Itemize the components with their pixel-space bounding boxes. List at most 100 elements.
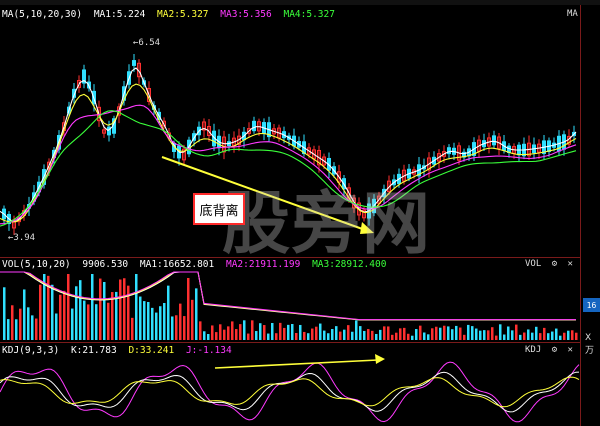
volume-bar bbox=[427, 334, 430, 340]
volume-bar bbox=[31, 315, 34, 340]
volume-bar bbox=[263, 325, 266, 340]
volume-bar bbox=[199, 321, 202, 340]
volume-bar bbox=[575, 332, 578, 340]
volume-bar bbox=[459, 327, 462, 340]
volume-bar bbox=[203, 331, 206, 340]
volume-bar bbox=[375, 333, 378, 340]
volume-bar bbox=[555, 328, 558, 340]
volume-bar bbox=[499, 324, 502, 340]
volume-bar bbox=[411, 335, 414, 340]
volume-bar bbox=[303, 331, 306, 340]
volume-bar bbox=[159, 306, 162, 340]
volume-bar bbox=[91, 274, 94, 340]
volume-bar bbox=[123, 278, 126, 340]
volume-bar bbox=[267, 333, 270, 340]
volume-bar bbox=[491, 327, 494, 340]
price-candle bbox=[447, 147, 451, 155]
volume-bar bbox=[439, 327, 442, 340]
volume-bar bbox=[119, 279, 122, 340]
volume-bar bbox=[163, 303, 166, 340]
volume-bar bbox=[419, 325, 422, 340]
volume-bar bbox=[327, 333, 330, 340]
volume-bar bbox=[95, 304, 98, 340]
volume-bar bbox=[547, 333, 550, 340]
volume-bar bbox=[519, 334, 522, 340]
volume-bar bbox=[179, 303, 182, 340]
volume-bar bbox=[275, 333, 278, 340]
volume-bar bbox=[223, 329, 226, 340]
kdj-j-line bbox=[0, 361, 580, 423]
volume-axis-badge: 16 bbox=[583, 298, 600, 312]
volume-bar bbox=[39, 284, 42, 340]
volume-bar bbox=[535, 326, 538, 340]
volume-bar bbox=[299, 324, 302, 340]
volume-bar bbox=[543, 327, 546, 340]
volume-bar bbox=[507, 326, 510, 340]
volume-bar bbox=[379, 329, 382, 340]
volume-bar bbox=[99, 278, 102, 340]
volume-bar bbox=[255, 331, 258, 340]
volume-bar bbox=[319, 323, 322, 340]
volume-bar bbox=[371, 330, 374, 340]
volume-bar bbox=[3, 287, 6, 340]
divergence-annotation: 底背离 bbox=[193, 193, 245, 225]
volume-bar bbox=[15, 319, 18, 340]
volume-bar bbox=[323, 330, 326, 340]
volume-bar bbox=[131, 317, 134, 340]
volume-bar bbox=[515, 324, 518, 340]
kdj-k-line bbox=[0, 371, 580, 413]
volume-bar bbox=[527, 329, 530, 340]
volume-bar bbox=[143, 301, 146, 340]
price-candle bbox=[132, 60, 136, 66]
volume-bar bbox=[155, 312, 158, 340]
volume-bar bbox=[283, 327, 286, 340]
volume-bar bbox=[219, 324, 222, 340]
volume-bar bbox=[279, 322, 282, 340]
volume-bar bbox=[151, 307, 154, 340]
volume-bar bbox=[87, 304, 90, 340]
volume-bar bbox=[395, 332, 398, 340]
volume-bar bbox=[191, 299, 194, 340]
volume-bar bbox=[11, 305, 14, 340]
volume-bar bbox=[407, 333, 410, 340]
volume-bar bbox=[251, 320, 254, 340]
volume-bar bbox=[495, 335, 498, 340]
volume-bar bbox=[215, 332, 218, 340]
volume-bar bbox=[67, 274, 70, 340]
volume-bar bbox=[107, 302, 110, 340]
volume-bar bbox=[503, 334, 506, 340]
volume-bar bbox=[139, 296, 142, 340]
volume-bar bbox=[363, 330, 366, 340]
volume-bar bbox=[247, 333, 250, 340]
volume-bar bbox=[243, 320, 246, 340]
volume-bar bbox=[19, 308, 22, 340]
volume-bar bbox=[195, 288, 198, 340]
vol-ma2-line bbox=[0, 271, 576, 321]
volume-unit-label: X万 bbox=[585, 333, 595, 356]
price-candle bbox=[492, 135, 496, 146]
volume-bar bbox=[463, 334, 466, 340]
volume-bar bbox=[291, 324, 294, 340]
volume-bar bbox=[467, 324, 470, 340]
volume-bar bbox=[539, 333, 542, 340]
volume-bar bbox=[51, 284, 54, 340]
volume-bar bbox=[355, 320, 358, 340]
price-candle bbox=[252, 120, 256, 132]
volume-bar bbox=[399, 328, 402, 340]
volume-bar bbox=[483, 330, 486, 340]
volume-bar bbox=[343, 329, 346, 340]
volume-bar bbox=[359, 326, 362, 340]
volume-bar bbox=[435, 326, 438, 340]
volume-bar bbox=[35, 318, 38, 340]
volume-bar bbox=[559, 335, 562, 340]
volume-bar bbox=[71, 308, 74, 340]
low-price-label: ←3.94 bbox=[8, 233, 36, 243]
volume-bar bbox=[479, 330, 482, 340]
volume-bar bbox=[227, 326, 230, 340]
volume-bar bbox=[451, 329, 454, 340]
volume-bar bbox=[475, 328, 478, 340]
volume-bar bbox=[207, 334, 210, 340]
volume-bar bbox=[135, 274, 138, 340]
volume-bar bbox=[23, 289, 26, 340]
volume-bar bbox=[287, 324, 290, 340]
